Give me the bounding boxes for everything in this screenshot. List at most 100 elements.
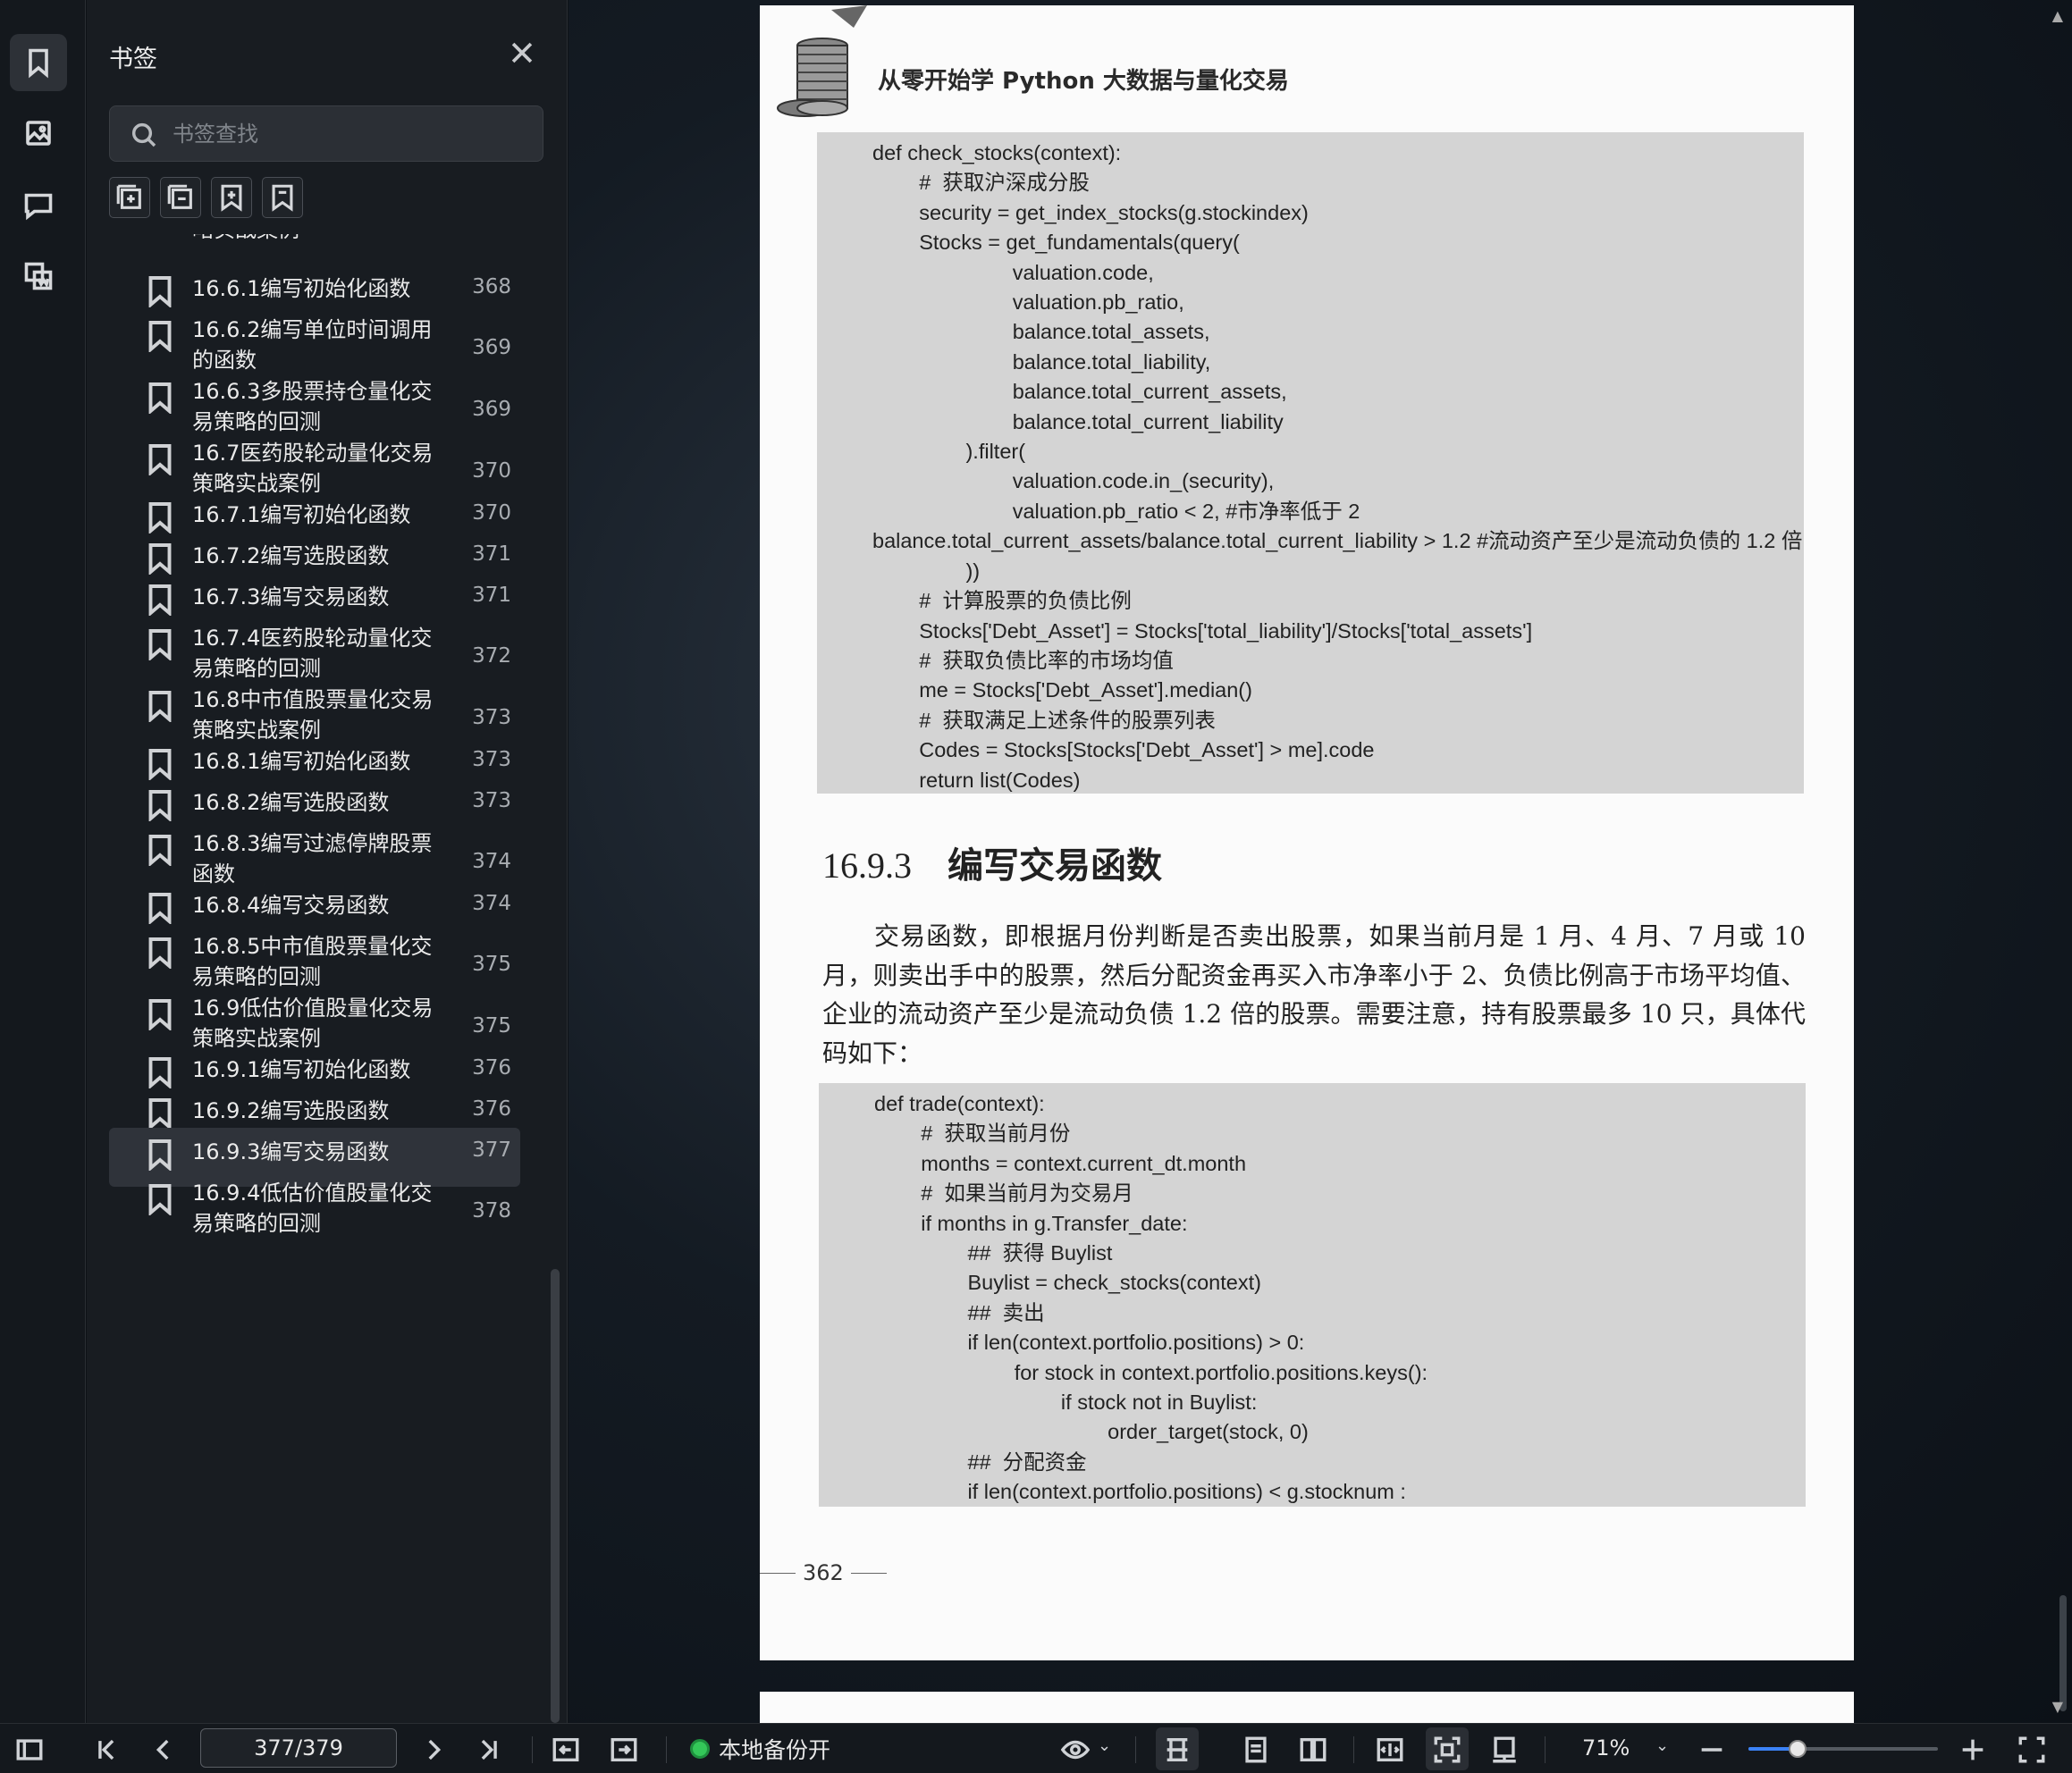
toggle-sidebar-button[interactable] <box>14 1735 45 1765</box>
sidebar-icon <box>16 1739 43 1760</box>
close-panel-button[interactable] <box>507 38 537 68</box>
page-number-input[interactable]: 377/379 <box>200 1728 397 1768</box>
scroll-up-arrow[interactable]: ▲ <box>2052 7 2063 24</box>
fullscreen-icon <box>2018 1736 2045 1763</box>
bookmark-icon <box>147 542 173 576</box>
expand-all-icon <box>116 184 141 209</box>
collapse-all-button[interactable] <box>160 177 201 218</box>
expand-all-button[interactable] <box>109 177 150 218</box>
fullscreen-button[interactable] <box>2017 1735 2047 1765</box>
next-pdf-page <box>760 1692 1854 1723</box>
zoom-slider[interactable] <box>1748 1740 1938 1758</box>
bookmark-page-number: 369 <box>472 336 511 359</box>
thumbnail-panel-button[interactable] <box>10 105 67 162</box>
bookmark-label: 16.6.3多股票持仓量化交易策略的回测 <box>192 379 433 434</box>
chevron-down-icon[interactable]: ⌄ <box>1098 1736 1111 1755</box>
last-page-button[interactable] <box>474 1735 504 1765</box>
copy-document-icon <box>24 262 53 290</box>
first-page-button[interactable] <box>91 1735 122 1765</box>
actual-size-button[interactable] <box>1489 1735 1520 1765</box>
bookmark-item[interactable]: 略实战案例368 <box>109 234 520 256</box>
bookmark-page-number: 378 <box>472 1199 511 1223</box>
single-page-icon <box>1245 1736 1267 1763</box>
bookmark-label: 16.7医药股轮动量化交易策略实战案例 <box>192 441 434 496</box>
image-icon <box>26 121 51 146</box>
bookmark-label: 16.8.2编写选股函数 <box>192 790 390 815</box>
body-paragraph: 交易函数，即根据月份判断是否卖出股票，如果当前月是 1 月、4 月、7 月或 1… <box>822 921 1806 1068</box>
bookmark-label: 16.9.2编写选股函数 <box>192 1098 390 1123</box>
bookmark-label: 16.9低估价值股量化交易策略实战案例 <box>192 996 434 1051</box>
book-header-title: 从零开始学 Python 大数据与量化交易 <box>878 68 1289 95</box>
bookmark-page-number: 375 <box>472 1014 511 1038</box>
previous-page-button[interactable] <box>148 1735 179 1765</box>
bookmark-icon <box>147 789 173 823</box>
bookmark-label: 16.9.3编写交易函数 <box>192 1139 390 1164</box>
panel-scrollbar[interactable] <box>551 1269 560 1723</box>
two-page-icon <box>1300 1737 1327 1762</box>
bookmark-label: 16.8.1编写初始化函数 <box>192 749 411 774</box>
panel-title: 书签 <box>109 46 157 73</box>
eye-comfort-button[interactable] <box>1060 1735 1091 1765</box>
scroll-down-arrow[interactable]: ▼ <box>2052 1698 2063 1715</box>
code-block-trade: def trade(context): # 获取当前月份 months = co… <box>819 1083 1806 1507</box>
continuous-scroll-button[interactable] <box>1162 1735 1192 1765</box>
two-page-button[interactable] <box>1298 1735 1328 1765</box>
status-dot-icon <box>690 1739 710 1759</box>
single-page-button[interactable] <box>1241 1735 1271 1765</box>
fit-width-button[interactable] <box>1375 1735 1405 1765</box>
left-rail <box>0 0 86 1723</box>
bookmark-icon <box>147 320 173 354</box>
bookmark-page-number: 374 <box>472 892 511 915</box>
fit-width-icon <box>1377 1737 1403 1762</box>
go-forward-button[interactable] <box>609 1735 639 1765</box>
bookmark-label: 16.8.5中市值股票量化交易策略的回测 <box>192 934 433 989</box>
bookmark-page-number: 377 <box>472 1139 511 1162</box>
bookmark-page-number: 371 <box>472 584 511 607</box>
page-footer: 362 <box>760 1560 894 1585</box>
annotation-panel-button[interactable] <box>10 176 67 233</box>
bookmark-label: 16.7.1编写初始化函数 <box>192 502 411 527</box>
chevron-left-icon <box>156 1739 169 1760</box>
bookmark-panel-button[interactable] <box>10 34 67 91</box>
bookmark-search <box>109 105 543 162</box>
bookmark-icon <box>147 892 173 926</box>
bottom-toolbar: 377/379 本地备份开 ⌄ 71% ⌄ <box>0 1723 2072 1773</box>
zoom-level[interactable]: 71% <box>1582 1735 1630 1760</box>
zoom-dropdown-icon[interactable]: ⌄ <box>1655 1736 1669 1755</box>
bookmark-icon <box>147 690 173 724</box>
bookmark-label: 16.7.4医药股轮动量化交易策略的回测 <box>192 626 433 681</box>
fit-page-button[interactable] <box>1432 1735 1462 1765</box>
bookmark-icon <box>147 628 173 662</box>
bookmark-label: 16.9.4低估价值股量化交易策略的回测 <box>192 1181 433 1236</box>
zoom-slider-handle[interactable] <box>1789 1740 1807 1758</box>
document-viewer[interactable]: 从零开始学 Python 大数据与量化交易 def check_stocks(c… <box>569 0 2072 1723</box>
section-number: 16.9.3 <box>822 845 912 886</box>
bookmark-list: 略实战案例368 16.6.1编写初始化函数 368 16.6.2编写单位时间调用的函… <box>87 234 552 1723</box>
bookmark-item[interactable]: 16.9.4低估价值股量化交易策略的回测 378 <box>109 1169 520 1248</box>
bookmark-page-number: 372 <box>472 644 511 668</box>
backup-status[interactable]: 本地备份开 <box>690 1733 830 1765</box>
add-bookmark-button[interactable] <box>211 177 252 218</box>
bookmark-label: 16.9.1编写初始化函数 <box>192 1057 411 1082</box>
document-scrollbar[interactable] <box>2059 1595 2067 1711</box>
bookmark-label: 16.8.4编写交易函数 <box>192 893 390 918</box>
extract-panel-button[interactable] <box>10 248 67 305</box>
bookmark-icon <box>147 382 173 416</box>
bookmark-label: 16.6.1编写初始化函数 <box>192 276 411 301</box>
bookmark-page-number: 369 <box>472 398 511 421</box>
bookmark-label: 16.6.2编写单位时间调用的函数 <box>192 317 433 373</box>
bookmark-page-number: 374 <box>472 850 511 873</box>
bookmark-page-number: 375 <box>472 953 511 976</box>
comment-icon <box>24 193 53 221</box>
bookmark-page-number: 370 <box>472 459 511 483</box>
pdf-page: 从零开始学 Python 大数据与量化交易 def check_stocks(c… <box>760 5 1854 1660</box>
next-page-button[interactable] <box>418 1735 449 1765</box>
zoom-in-button[interactable] <box>1958 1735 1988 1765</box>
zoom-out-button[interactable] <box>1697 1735 1727 1765</box>
bookmark-icon <box>147 834 173 868</box>
bookmark-options-button[interactable] <box>262 177 303 218</box>
go-back-button[interactable] <box>551 1735 581 1765</box>
bookmark-search-input[interactable] <box>173 106 530 161</box>
add-bookmark-icon <box>221 184 242 212</box>
bookmark-icon <box>147 748 173 782</box>
